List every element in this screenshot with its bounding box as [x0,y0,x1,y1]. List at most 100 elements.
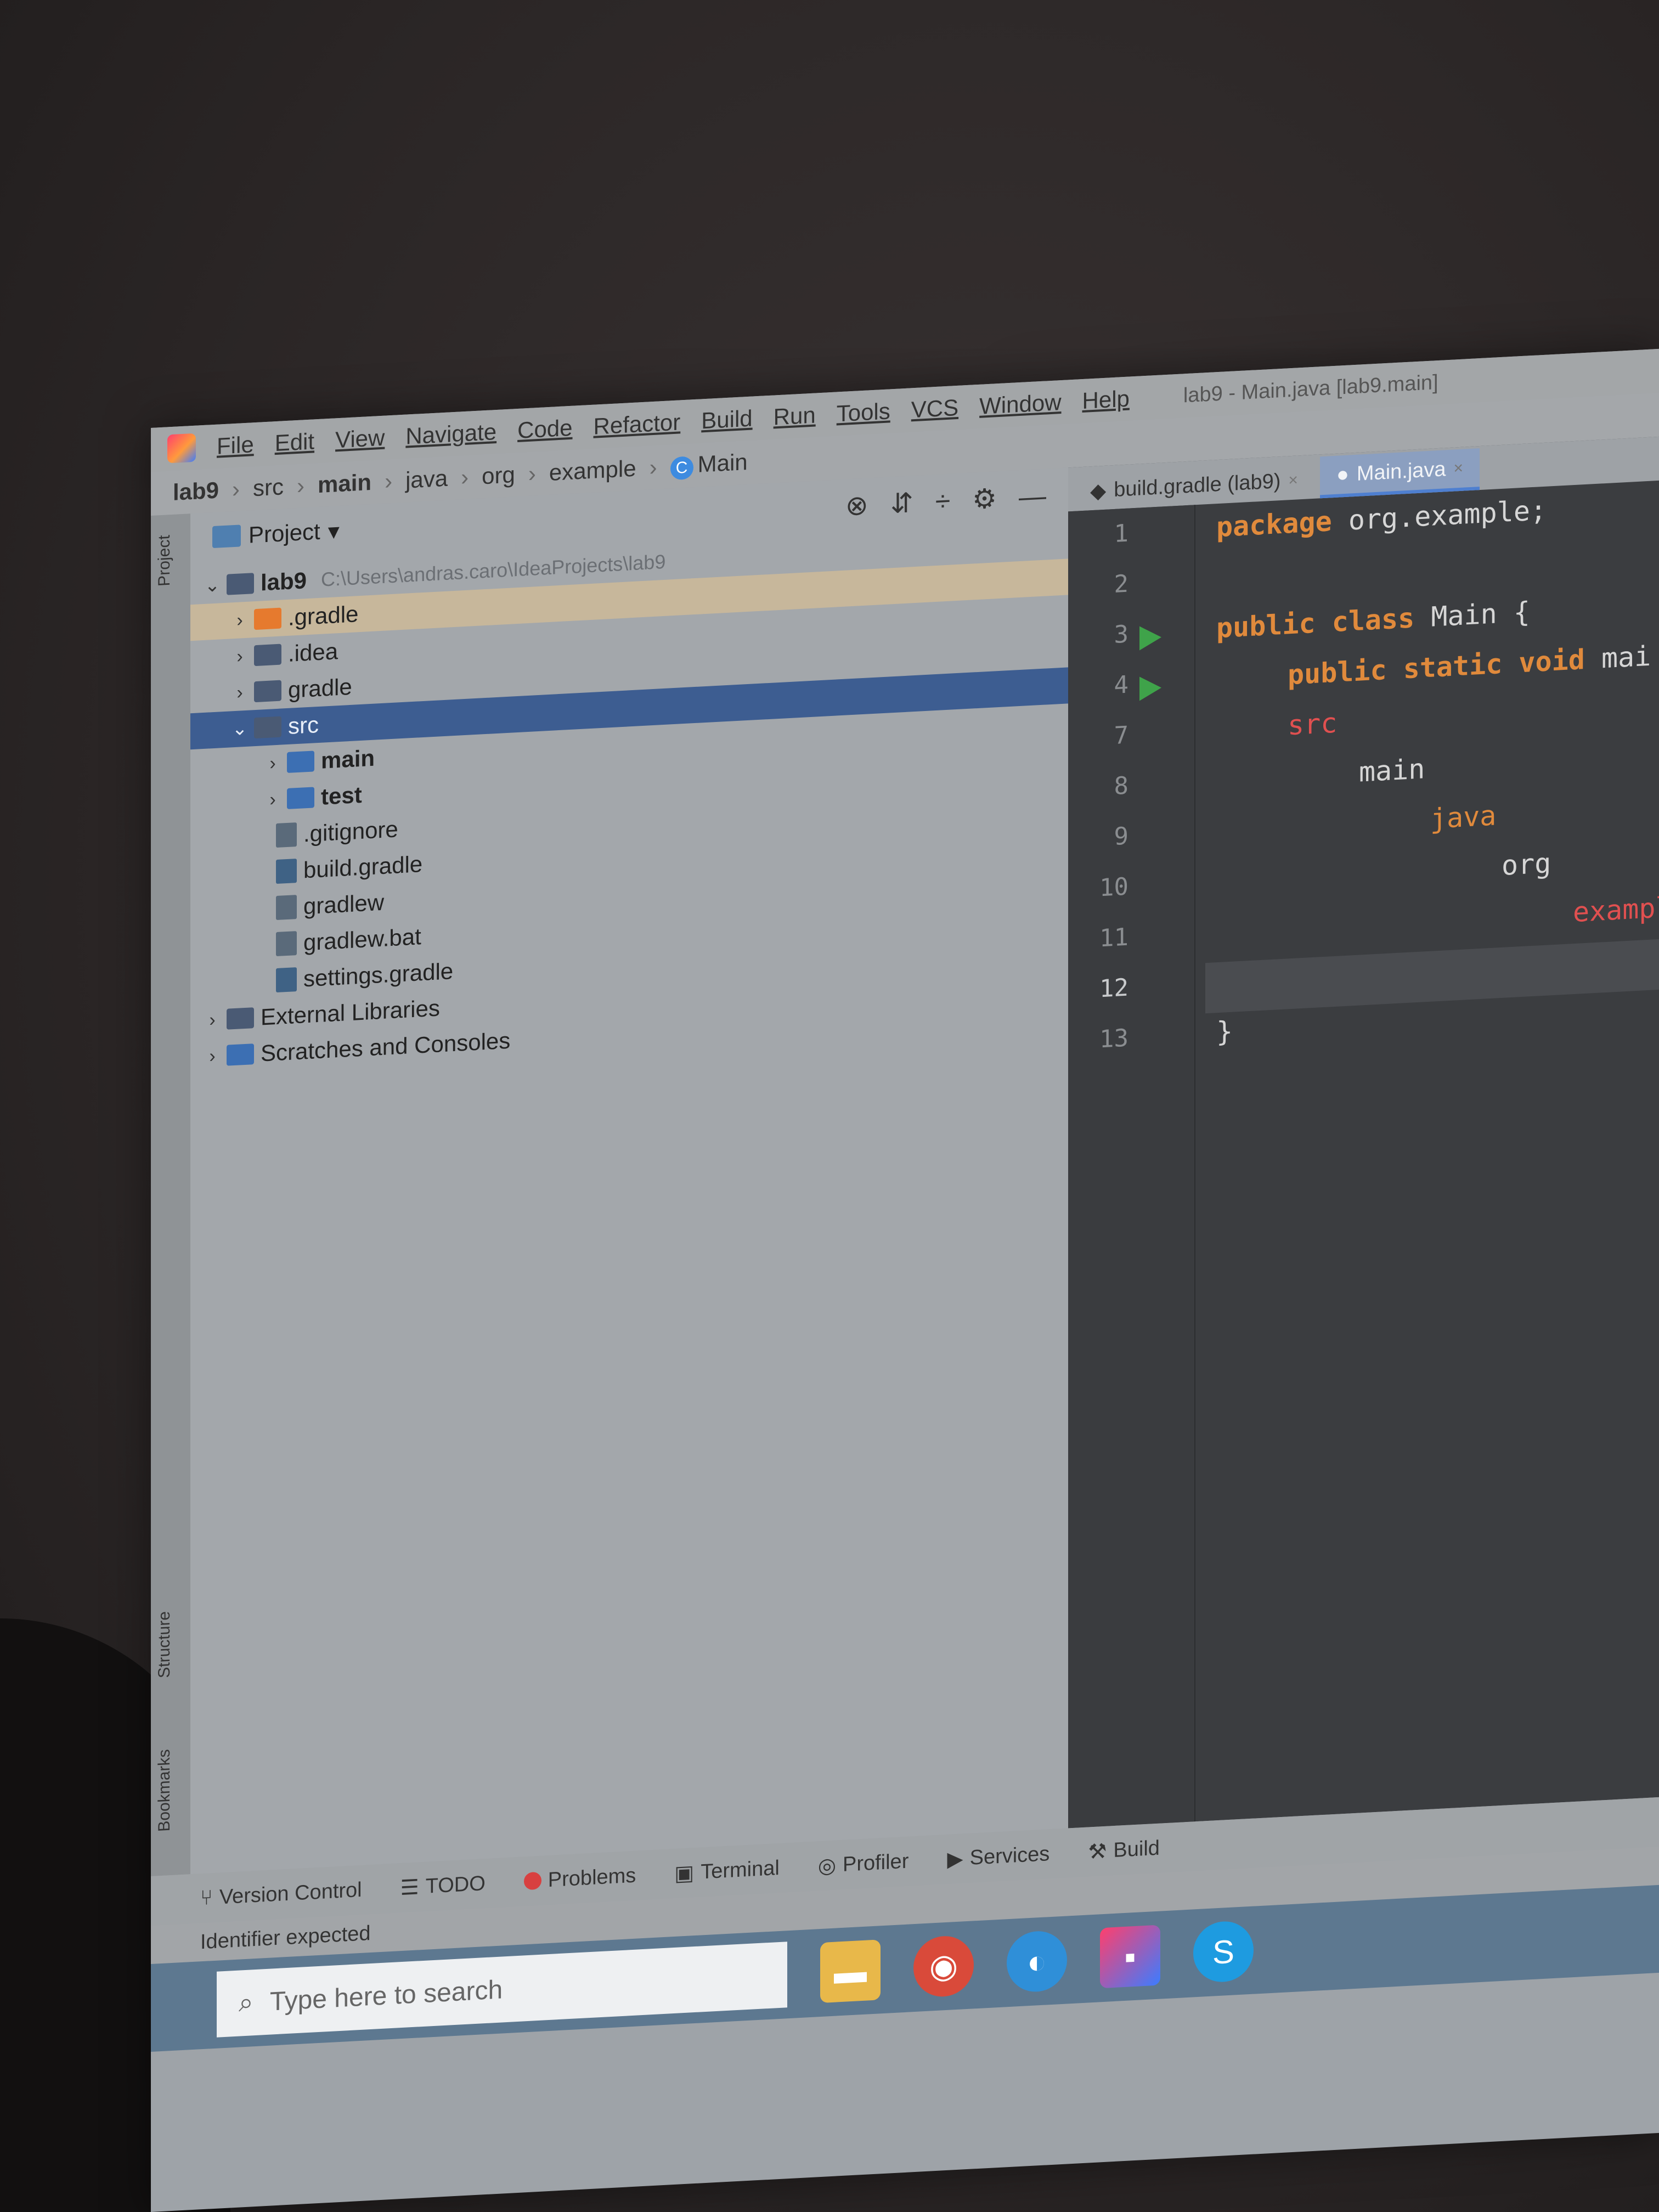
close-icon[interactable]: × [1288,471,1298,490]
code-line: public static void mai [1288,640,1651,691]
code-line: package org.example; [1216,494,1547,544]
tree-item-label: .idea [288,638,338,667]
chevron-down-icon[interactable]: ⌄ [229,717,251,740]
tool-problems[interactable]: Problems [523,1864,636,1893]
tree-item-label: Scratches and Consoles [261,1027,511,1066]
menu-navigate[interactable]: Navigate [405,419,496,450]
breadcrumb-src[interactable]: src [253,473,284,501]
tree-item-label: lab9 [261,567,307,596]
terminal-icon: ▣ [674,1861,695,1886]
chrome-icon[interactable]: ◉ [913,1934,974,1999]
menu-refactor[interactable]: Refactor [594,409,681,439]
project-panel-title: Project [249,518,320,548]
minimize-icon[interactable]: — [1019,479,1046,513]
menu-edit[interactable]: Edit [275,428,314,456]
breadcrumb-lab9[interactable]: lab9 [173,477,219,505]
menu-view[interactable]: View [335,425,385,454]
close-icon[interactable]: × [1454,459,1464,478]
tree-item-label: build.gradle [303,851,423,883]
ide-window: File Edit View Navigate Code Refactor Bu… [151,348,1659,2212]
line-number: 12 [1099,973,1128,1003]
tree-item-label: test [321,781,362,810]
expand-all-icon[interactable]: ⇵ [890,487,913,520]
line-gutter: 1 2 3 4 7 8 9 10 11 12 13 [1068,505,1195,1829]
chevron-down-icon[interactable]: ⌄ [201,574,223,597]
skype-icon[interactable]: S [1193,1920,1254,1984]
chevron-right-icon[interactable]: › [229,681,251,704]
breadcrumb-main-class[interactable]: C Main [670,448,748,481]
line-number: 4 [1114,670,1129,699]
breadcrumb-java[interactable]: java [405,465,448,494]
gradle-file-icon: ◆ [1090,479,1107,503]
tool-services[interactable]: ▶ Services [947,1842,1049,1872]
code-area[interactable]: package org.example; public class Main {… [1205,481,1659,1821]
status-message: Identifier expected [200,1921,371,1954]
line-number: 3 [1114,620,1129,649]
chevron-down-icon[interactable]: ▾ [328,517,340,544]
menu-window[interactable]: Window [979,389,1061,420]
structure-side-tab[interactable]: Structure [155,1611,174,1678]
tool-label: TODO [425,1871,486,1898]
run-icon[interactable] [1139,625,1161,651]
gear-icon[interactable]: ⚙ [972,482,997,515]
chevron-right-icon[interactable]: › [262,752,284,775]
scratches-icon [227,1043,254,1066]
script-file-icon [276,895,297,921]
tree-item-label: main [321,744,375,774]
tool-build[interactable]: ⚒ Build [1088,1836,1160,1864]
menu-code[interactable]: Code [517,415,572,444]
menu-file[interactable]: File [217,431,254,460]
chevron-right-icon[interactable]: › [229,645,251,668]
tool-todo[interactable]: ☰ TODO [400,1871,486,1900]
tree-item-label: gradlew.bat [303,923,421,956]
gradle-file-icon [276,859,297,884]
line-number: 9 [1114,822,1129,851]
menu-vcs[interactable]: VCS [911,394,958,424]
breadcrumb-main[interactable]: main [318,469,371,498]
breadcrumb-main-class-label: Main [697,448,748,477]
tool-profiler[interactable]: ◎ Profiler [818,1849,909,1878]
run-icon[interactable] [1139,675,1161,701]
tool-label: Terminal [701,1856,780,1883]
tree-item-label: .gitignore [303,816,398,847]
edge-icon[interactable]: ◐ [1007,1929,1067,1994]
menu-tools[interactable]: Tools [837,398,890,427]
line-number: 1 [1114,519,1129,548]
search-icon: ⌕ [239,1988,253,2018]
chevron-right-icon[interactable]: › [262,788,284,811]
menu-run[interactable]: Run [774,402,816,430]
menu-help[interactable]: Help [1082,386,1130,415]
menu-build[interactable]: Build [701,405,752,435]
tool-label: Build [1113,1836,1160,1862]
breadcrumb-example[interactable]: example [549,455,636,486]
project-tree: ⌄ lab9 C:\Users\andras.caro\IdeaProjects… [190,522,1068,1075]
code-text: org.example; [1331,494,1547,538]
libraries-icon [227,1007,254,1030]
search-placeholder: Type here to search [269,1974,503,2017]
collapse-all-icon[interactable]: ÷ [935,485,950,517]
folder-icon [227,573,254,595]
tree-item-label: .gradle [288,601,359,630]
tree-item-label: gradle [288,673,352,703]
bookmarks-side-tab[interactable]: Bookmarks [155,1749,174,1832]
chevron-right-icon[interactable]: › [201,1009,223,1031]
chevron-right-icon[interactable]: › [229,609,251,631]
line-number: 10 [1099,872,1128,902]
taskbar-search-input[interactable]: ⌕ Type here to search [217,1942,787,2038]
profiler-icon: ◎ [817,1854,836,1878]
keyword: public class [1216,602,1415,645]
project-side-tab[interactable]: Project [155,534,174,586]
code-line: public class Main { [1216,596,1530,644]
class-icon: ● [1336,462,1349,487]
code-error-text: src [1288,707,1338,742]
file-explorer-icon[interactable]: ▬ [820,1939,881,2004]
intellij-icon[interactable]: ▪ [1100,1925,1160,1989]
breadcrumb-org[interactable]: org [482,461,515,489]
tool-version-control[interactable]: ⑂ Version Control [200,1878,362,1910]
test-folder-icon [287,787,314,810]
chevron-right-icon[interactable]: › [201,1045,223,1068]
tool-terminal[interactable]: ▣ Terminal [674,1855,780,1886]
close-circle-icon[interactable]: ⊗ [845,489,868,522]
class-icon: C [670,456,693,481]
source-folder-icon [287,751,314,774]
